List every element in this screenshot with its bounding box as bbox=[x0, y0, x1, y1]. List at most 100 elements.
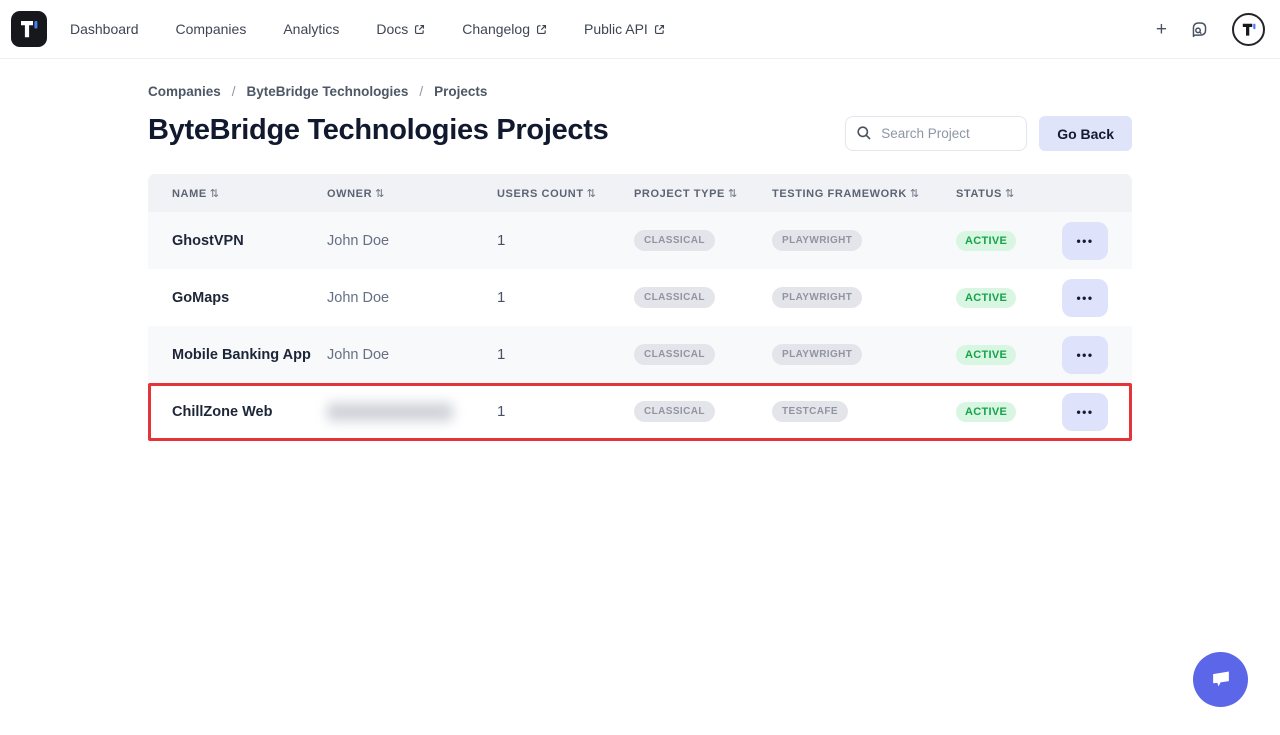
status-cell: ACTIVE bbox=[956, 345, 1062, 365]
main-content: Companies / ByteBridge Technologies / Pr… bbox=[148, 84, 1132, 440]
sort-icon: ⇅ bbox=[375, 188, 385, 200]
nav-item-dashboard[interactable]: Dashboard bbox=[70, 21, 139, 37]
status-badge: ACTIVE bbox=[956, 231, 1016, 251]
table-row[interactable]: GoMaps John Doe 1 CLASSICAL PLAYWRIGHT A… bbox=[148, 269, 1132, 326]
external-link-icon bbox=[654, 24, 665, 35]
project-type-badge: CLASSICAL bbox=[634, 230, 715, 251]
column-header-name[interactable]: Name⇅ bbox=[172, 187, 327, 200]
table-row[interactable]: ChillZone Web 1 CLASSICAL TESTCAFE ACTIV… bbox=[148, 383, 1132, 440]
status-cell: ACTIVE bbox=[956, 231, 1062, 251]
testing-framework-cell: PLAYWRIGHT bbox=[772, 344, 956, 365]
sort-icon: ⇅ bbox=[587, 188, 597, 200]
testing-framework-badge: TESTCAFE bbox=[772, 401, 848, 422]
redacted-owner-blur bbox=[327, 403, 453, 421]
users-count: 1 bbox=[497, 346, 634, 363]
sort-icon: ⇅ bbox=[910, 188, 920, 200]
nav-item-public-api[interactable]: Public API bbox=[584, 21, 665, 37]
search-project-input[interactable] bbox=[845, 116, 1027, 151]
testing-framework-badge: PLAYWRIGHT bbox=[772, 287, 862, 308]
project-type-cell: CLASSICAL bbox=[634, 344, 772, 365]
nav-item-companies[interactable]: Companies bbox=[176, 21, 247, 37]
column-header-testing-framework[interactable]: Testing Framework⇅ bbox=[772, 187, 956, 200]
project-owner: John Doe bbox=[327, 233, 497, 249]
project-owner bbox=[327, 403, 497, 421]
topbar-actions: + bbox=[1156, 13, 1265, 46]
nav-label: Dashboard bbox=[70, 21, 139, 37]
project-name[interactable]: ChillZone Web bbox=[172, 404, 327, 420]
user-avatar[interactable] bbox=[1232, 13, 1265, 46]
main-nav: Dashboard Companies Analytics Docs Chang… bbox=[70, 21, 1156, 37]
row-actions-button[interactable]: ••• bbox=[1062, 279, 1108, 317]
status-badge: ACTIVE bbox=[956, 345, 1016, 365]
project-type-badge: CLASSICAL bbox=[634, 401, 715, 422]
column-header-owner[interactable]: Owner⇅ bbox=[327, 187, 497, 200]
breadcrumb-separator: / bbox=[232, 84, 236, 99]
actions-cell: ••• bbox=[1062, 393, 1108, 431]
status-badge: ACTIVE bbox=[956, 402, 1016, 422]
project-type-cell: CLASSICAL bbox=[634, 230, 772, 251]
project-name[interactable]: GhostVPN bbox=[172, 233, 327, 249]
table-row[interactable]: GhostVPN John Doe 1 CLASSICAL PLAYWRIGHT… bbox=[148, 212, 1132, 269]
project-type-cell: CLASSICAL bbox=[634, 287, 772, 308]
title-row: ByteBridge Technologies Projects Go Back bbox=[148, 114, 1132, 151]
users-count: 1 bbox=[497, 289, 634, 306]
testing-framework-badge: PLAYWRIGHT bbox=[772, 230, 862, 251]
add-button[interactable]: + bbox=[1156, 20, 1167, 39]
testing-framework-cell: TESTCAFE bbox=[772, 401, 956, 422]
sort-icon: ⇅ bbox=[1005, 188, 1015, 200]
column-header-project-type[interactable]: Project Type⇅ bbox=[634, 187, 772, 200]
avatar-logo-icon bbox=[1239, 20, 1258, 39]
actions-cell: ••• bbox=[1062, 279, 1108, 317]
search-docs-icon[interactable] bbox=[1190, 20, 1209, 39]
breadcrumb-item-companies[interactable]: Companies bbox=[148, 84, 221, 99]
table-body: GhostVPN John Doe 1 CLASSICAL PLAYWRIGHT… bbox=[148, 212, 1132, 440]
go-back-button[interactable]: Go Back bbox=[1039, 116, 1132, 151]
search-box bbox=[845, 116, 1027, 151]
testing-framework-badge: PLAYWRIGHT bbox=[772, 344, 862, 365]
logo-icon bbox=[10, 10, 48, 48]
project-type-badge: CLASSICAL bbox=[634, 344, 715, 365]
users-count: 1 bbox=[497, 232, 634, 249]
nav-label: Docs bbox=[376, 21, 408, 37]
table-header-row: Name⇅ Owner⇅ Users Count⇅ Project Type⇅ … bbox=[148, 174, 1132, 212]
nav-label: Analytics bbox=[283, 21, 339, 37]
row-actions-button[interactable]: ••• bbox=[1062, 393, 1108, 431]
row-actions-button[interactable]: ••• bbox=[1062, 222, 1108, 260]
external-link-icon bbox=[536, 24, 547, 35]
nav-label: Public API bbox=[584, 21, 648, 37]
page-title: ByteBridge Technologies Projects bbox=[148, 114, 608, 147]
breadcrumb-separator: / bbox=[419, 84, 423, 99]
breadcrumb-item-company[interactable]: ByteBridge Technologies bbox=[247, 84, 409, 99]
app-logo[interactable] bbox=[10, 10, 48, 48]
actions-cell: ••• bbox=[1062, 222, 1108, 260]
title-actions: Go Back bbox=[845, 116, 1132, 151]
sort-icon: ⇅ bbox=[728, 188, 738, 200]
sort-icon: ⇅ bbox=[210, 188, 220, 200]
project-type-cell: CLASSICAL bbox=[634, 401, 772, 422]
row-actions-button[interactable]: ••• bbox=[1062, 336, 1108, 374]
column-header-status[interactable]: Status⇅ bbox=[956, 187, 1062, 200]
top-navigation-bar: Dashboard Companies Analytics Docs Chang… bbox=[0, 0, 1280, 59]
chat-widget-button[interactable] bbox=[1193, 652, 1248, 707]
status-badge: ACTIVE bbox=[956, 288, 1016, 308]
nav-item-docs[interactable]: Docs bbox=[376, 21, 425, 37]
nav-item-changelog[interactable]: Changelog bbox=[462, 21, 547, 37]
search-icon bbox=[856, 125, 872, 146]
column-header-users-count[interactable]: Users Count⇅ bbox=[497, 187, 634, 200]
external-link-icon bbox=[414, 24, 425, 35]
testing-framework-cell: PLAYWRIGHT bbox=[772, 230, 956, 251]
nav-item-analytics[interactable]: Analytics bbox=[283, 21, 339, 37]
users-count: 1 bbox=[497, 403, 634, 420]
testing-framework-cell: PLAYWRIGHT bbox=[772, 287, 956, 308]
nav-label: Changelog bbox=[462, 21, 530, 37]
project-name[interactable]: GoMaps bbox=[172, 290, 327, 306]
project-name[interactable]: Mobile Banking App bbox=[172, 347, 327, 363]
projects-table: Name⇅ Owner⇅ Users Count⇅ Project Type⇅ … bbox=[148, 174, 1132, 440]
actions-cell: ••• bbox=[1062, 336, 1108, 374]
project-type-badge: CLASSICAL bbox=[634, 287, 715, 308]
table-row[interactable]: Mobile Banking App John Doe 1 CLASSICAL … bbox=[148, 326, 1132, 383]
breadcrumb: Companies / ByteBridge Technologies / Pr… bbox=[148, 84, 1132, 99]
breadcrumb-item-projects[interactable]: Projects bbox=[434, 84, 487, 99]
nav-label: Companies bbox=[176, 21, 247, 37]
chat-bubble-icon bbox=[1207, 664, 1235, 695]
